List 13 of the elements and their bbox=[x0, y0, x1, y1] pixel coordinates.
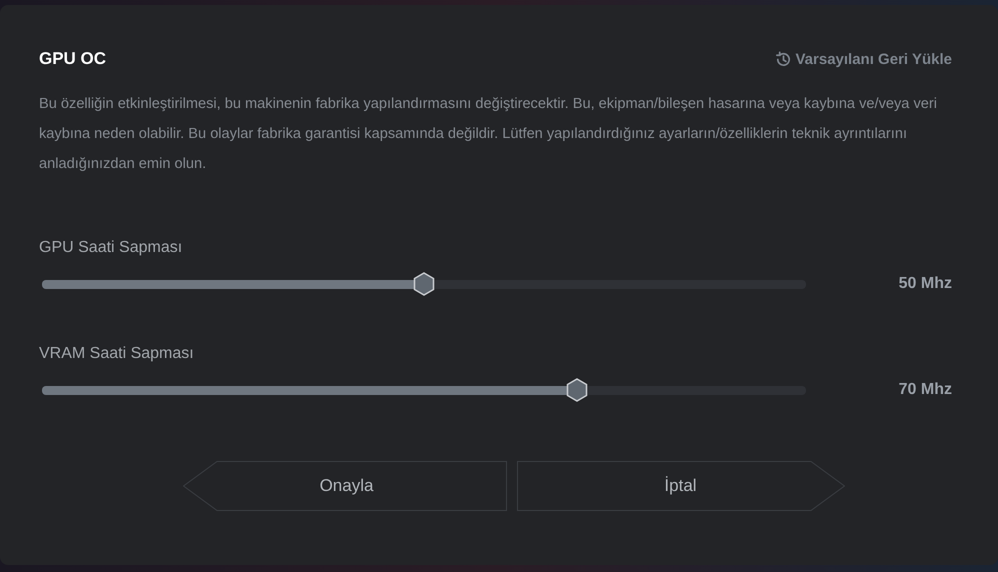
slider[interactable] bbox=[42, 272, 806, 296]
restore-defaults-link[interactable]: Varsayılanı Geri Yükle bbox=[774, 50, 952, 68]
slider-value: 50 Mhz bbox=[898, 275, 952, 293]
history-icon bbox=[774, 50, 792, 68]
slider-label: VRAM Saati Sapması bbox=[39, 345, 195, 363]
slider-value: 70 Mhz bbox=[898, 381, 952, 399]
slider-label: GPU Saati Sapması bbox=[39, 239, 184, 257]
slider-thumb[interactable] bbox=[566, 378, 588, 402]
dialog-title: GPU OC bbox=[39, 49, 106, 69]
slider-thumb[interactable] bbox=[413, 272, 435, 296]
cancel-button[interactable]: İptal bbox=[516, 461, 844, 511]
warning-text: Bu özelliğin etkinleştirilmesi, bu makinenin fabrika yapılandırmasını değiştirecektir. Bu, ekipman/bileşen hasarına veya kaybına ve/veya veri kaybına neden olabilir. Bu olaylar fabrika garantisi kapsamında değildir. Lütfen yapılandırdığınız ayarların/özelliklerin teknik ayrıntılarını anladığınızdan emin olun. bbox=[39, 95, 938, 174]
slider[interactable] bbox=[42, 378, 806, 402]
